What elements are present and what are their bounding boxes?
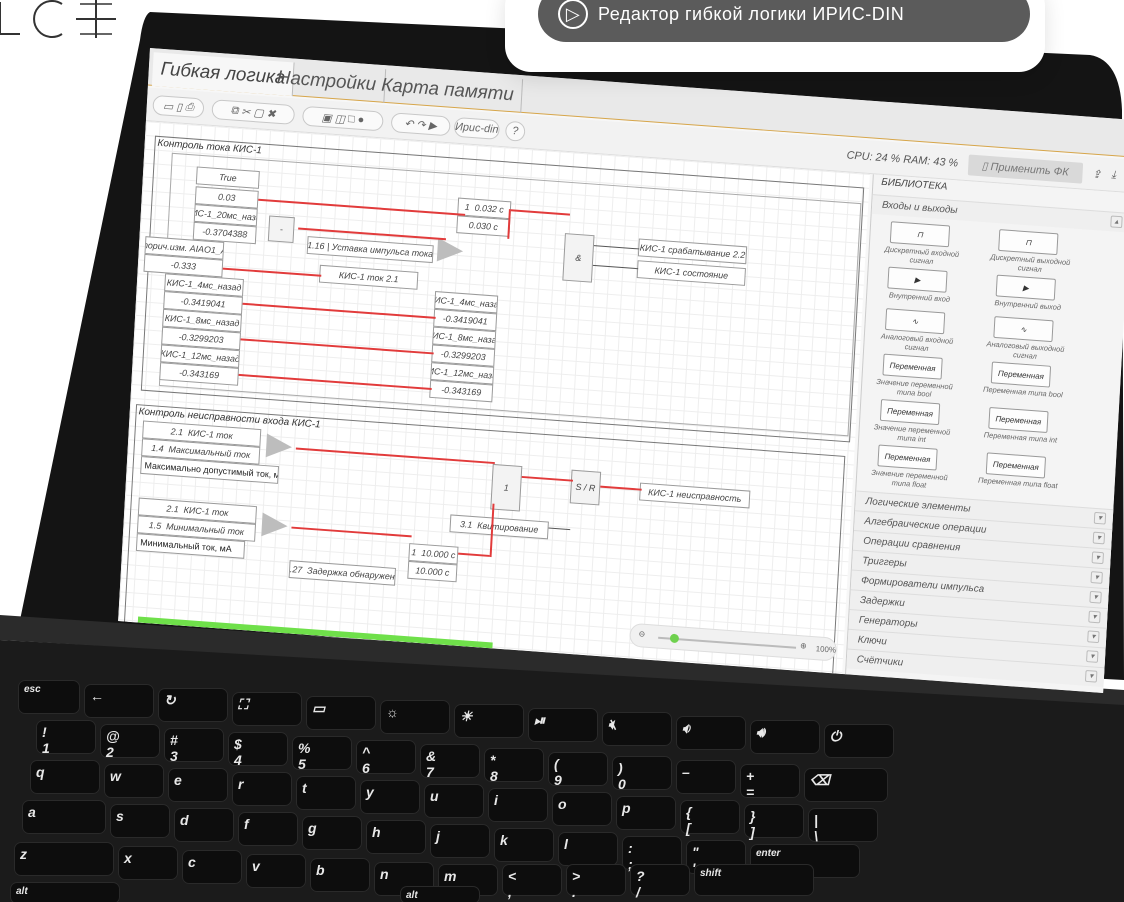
key-e[interactable]: e: [168, 768, 228, 802]
key-shift-char: {: [686, 804, 692, 820]
key-v[interactable]: v: [246, 854, 306, 888]
key-shift-char: (: [554, 756, 559, 772]
key-3[interactable]: #3: [164, 728, 224, 764]
brightness-up-icon[interactable]: ☀: [454, 704, 524, 738]
key-c[interactable]: c: [182, 850, 242, 884]
back-arrow-icon[interactable]: ←: [84, 684, 154, 718]
key-i[interactable]: i: [488, 788, 548, 822]
key-backslash[interactable]: | \: [808, 808, 878, 844]
key-o[interactable]: o: [552, 792, 612, 826]
key-2[interactable]: @2: [100, 724, 160, 760]
key-shift-char: ^: [362, 744, 371, 760]
key-char: /: [636, 884, 640, 900]
key-shift-char: >: [572, 868, 581, 884]
key-y[interactable]: y: [360, 780, 420, 814]
key-w[interactable]: w: [104, 764, 164, 798]
key-alt-left[interactable]: alt: [10, 882, 120, 902]
brightness-down-icon[interactable]: ☼: [380, 700, 450, 734]
key-shift-char: ": [692, 844, 699, 860]
key-char: .: [572, 884, 576, 900]
volume-down-icon[interactable]: 🔉︎: [676, 716, 746, 750]
key-shift-char: @: [106, 728, 120, 744]
key-j[interactable]: j: [430, 824, 490, 858]
key-p[interactable]: p: [616, 796, 676, 830]
key-shift-char: ): [618, 760, 623, 776]
key-char: 7: [426, 764, 434, 780]
windows-icon[interactable]: ▭: [306, 696, 376, 730]
key-shift-char: $: [234, 736, 242, 752]
key-char: \: [814, 828, 818, 844]
key-alt-right[interactable]: alt: [400, 886, 480, 902]
key-char: 2: [106, 744, 114, 760]
backspace-icon[interactable]: ⌫: [804, 768, 888, 802]
key-shift-char: ?: [636, 868, 645, 884]
key-char: 8: [490, 768, 498, 784]
key-q[interactable]: q: [30, 760, 100, 794]
power-icon[interactable]: ⏻: [824, 724, 894, 758]
key-x[interactable]: x: [118, 846, 178, 880]
keyboard: esc ← ↻ ⛶ ▭ ☼ ☀ ⏯ 🔇︎ 🔉︎ 🔊︎ ⏻ ! 1 @2 #3 $4…: [0, 0, 1124, 902]
key-1[interactable]: ! 1: [36, 720, 96, 756]
key-s[interactable]: s: [110, 804, 170, 838]
key-char: 6: [362, 760, 370, 776]
key-f[interactable]: f: [238, 812, 298, 846]
key-t[interactable]: t: [296, 776, 356, 810]
key-shift-char: :: [628, 840, 633, 856]
key-char: 0: [618, 776, 626, 792]
key-shift-char: !: [42, 724, 47, 740]
key-8[interactable]: * 8: [484, 748, 544, 784]
key-comma[interactable]: <,: [502, 864, 562, 900]
key-char: =: [746, 784, 755, 800]
key-a[interactable]: a: [22, 800, 106, 834]
play-pause-icon[interactable]: ⏯: [528, 708, 598, 742]
refresh-icon[interactable]: ↻: [158, 688, 228, 722]
marketing-screenshot: Гибкая логика Настройки Карта памяти ▭ ▯…: [0, 0, 1124, 902]
key-u[interactable]: u: [424, 784, 484, 818]
key-slash[interactable]: ? /: [630, 864, 690, 900]
key-char: 4: [234, 752, 242, 768]
mute-icon[interactable]: 🔇︎: [602, 712, 672, 746]
key-shift-char: }: [750, 808, 756, 824]
key-r[interactable]: r: [232, 772, 292, 806]
key-char: 1: [42, 740, 50, 756]
key-g[interactable]: g: [302, 816, 362, 850]
key-char: ,: [508, 884, 512, 900]
key-shift[interactable]: shift: [694, 864, 814, 896]
key-char: 3: [170, 748, 178, 764]
banner-label: Редактор гибкой логики ИРИС-DIN: [598, 3, 905, 24]
key-d[interactable]: d: [174, 808, 234, 842]
key-h[interactable]: h: [366, 820, 426, 854]
banner-pill[interactable]: ▷ Редактор гибкой логики ИРИС-DIN: [538, 0, 1030, 42]
key-7[interactable]: & 7: [420, 744, 480, 780]
volume-up-icon[interactable]: 🔊︎: [750, 720, 820, 754]
key-shift-char: +: [746, 768, 755, 784]
key-open-bracket[interactable]: {[: [680, 800, 740, 836]
key-equals[interactable]: + =: [740, 764, 800, 800]
key-b[interactable]: b: [310, 858, 370, 892]
key-char: 5: [298, 756, 306, 772]
key-5[interactable]: % 5: [292, 736, 352, 772]
key-k[interactable]: k: [494, 828, 554, 862]
key-4[interactable]: $4: [228, 732, 288, 768]
key-shift-char: %: [298, 740, 311, 756]
key-char: ]: [750, 824, 755, 840]
key-char: [: [686, 820, 691, 836]
key-z[interactable]: z: [14, 842, 114, 876]
play-icon[interactable]: ▷: [558, 0, 588, 29]
key-l[interactable]: l: [558, 832, 618, 866]
key-close-bracket[interactable]: }]: [744, 804, 804, 840]
key-9[interactable]: (9: [548, 752, 608, 788]
key-shift-char: <: [508, 868, 517, 884]
key-0[interactable]: ) 0: [612, 756, 672, 792]
key-minus[interactable]: –: [676, 760, 736, 794]
key-char: 9: [554, 772, 562, 788]
key-shift-char: *: [490, 752, 496, 768]
key-shift-char: |: [814, 812, 818, 828]
key-period[interactable]: >.: [566, 864, 626, 900]
key-6[interactable]: ^ 6: [356, 740, 416, 776]
key-shift-char: #: [170, 732, 178, 748]
fullscreen-icon[interactable]: ⛶: [232, 692, 302, 726]
key-shift-char: &: [426, 748, 437, 764]
key-esc[interactable]: esc: [18, 680, 80, 714]
